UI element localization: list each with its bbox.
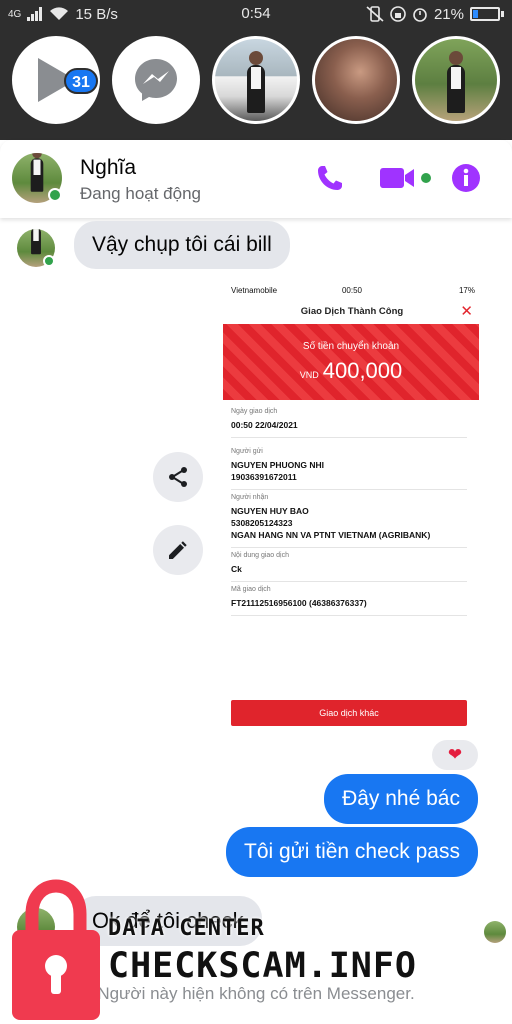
chat-head-contact-photo[interactable] xyxy=(212,36,300,124)
field-value: 19036391672011 xyxy=(231,472,297,482)
share-button[interactable] xyxy=(153,452,203,502)
amount-value: VND 400,000 xyxy=(223,358,479,384)
outgoing-message[interactable]: Tôi gửi tiền check pass xyxy=(226,827,478,877)
field-label: Mã giao dịch xyxy=(231,586,271,593)
field-value: NGAN HANG NN VA PTNT VIETNAM (AGRIBANK) xyxy=(231,530,431,540)
incoming-message[interactable]: Ok để tôi check xyxy=(74,896,262,946)
voice-call-button[interactable] xyxy=(312,160,348,196)
contact-name[interactable]: Nghĩa xyxy=(80,156,136,180)
messenger-icon xyxy=(135,59,177,101)
field-value: NGUYEN HUY BAO xyxy=(231,506,309,516)
online-indicator xyxy=(48,188,62,202)
receipt-battery: 17% xyxy=(458,286,475,295)
field-label: Nội dung giao dịch xyxy=(231,552,289,559)
phone-icon xyxy=(318,166,342,190)
field-value: NGUYEN PHUONG NHI xyxy=(231,460,325,470)
incoming-message[interactable]: Vậy chụp tôi cái bill xyxy=(74,221,290,269)
field-value: 5308205124323 xyxy=(231,518,293,528)
field-value: 00:50 22/04/2021 xyxy=(231,420,298,430)
other-transaction-button: Giao dịch khác xyxy=(231,700,467,726)
person-figure xyxy=(31,229,41,255)
person-figure xyxy=(447,51,465,113)
message-list[interactable]: Vậy chụp tôi cái bill Vietnamobile 00:50… xyxy=(0,218,512,1024)
chat-heads-row: 31 xyxy=(0,34,512,130)
receipt-field-transaction-id: Mã giao dịch FT21112516956100 (463863763… xyxy=(231,586,467,616)
battery-percent: 21% xyxy=(433,5,464,23)
battery-icon xyxy=(470,7,500,21)
close-icon: ✕ xyxy=(460,303,473,320)
field-label: Người nhận xyxy=(231,494,269,501)
receipt-field-sender: Người gửi NGUYEN PHUONG NHI 190363916720… xyxy=(231,448,467,490)
vibrate-icon xyxy=(366,6,384,22)
amount: 400,000 xyxy=(322,358,403,383)
info-icon xyxy=(452,164,480,192)
field-value: Ck xyxy=(231,564,242,574)
pencil-icon xyxy=(169,541,187,559)
presence-status: Đang hoạt động xyxy=(80,184,201,203)
online-indicator xyxy=(43,255,55,267)
chat-heads-backdrop: 4G 15 B/s 0:54 21% 31 xyxy=(0,0,512,140)
receipt-field-date: Ngày giao dịch 00:50 22/04/2021 xyxy=(231,408,467,438)
clock: 0:54 xyxy=(241,5,271,22)
receipt-field-description: Nội dung giao dịch Ck xyxy=(231,552,467,582)
person-figure xyxy=(30,153,44,192)
share-icon xyxy=(169,467,187,487)
field-label: Người gửi xyxy=(231,448,263,455)
currency: VND xyxy=(299,370,319,380)
heart-reaction[interactable]: ❤ xyxy=(432,740,478,770)
network-speed: 15 B/s xyxy=(75,5,118,23)
signal-icon xyxy=(27,7,43,21)
conversation-info-button[interactable] xyxy=(448,160,484,196)
field-value: FT21112516956100 (46386376337) xyxy=(231,598,367,608)
battery-tip xyxy=(501,11,504,17)
edit-image-button[interactable] xyxy=(153,525,203,575)
amount-banner: Số tiền chuyển khoản VND 400,000 xyxy=(223,324,479,400)
chat-head-contact-photo[interactable] xyxy=(312,36,400,124)
chat-head-contact-photo[interactable] xyxy=(412,36,500,124)
field-label: Ngày giao dịch xyxy=(231,408,278,415)
video-call-button[interactable] xyxy=(378,160,434,196)
receipt-title: Giao Dịch Thành Công xyxy=(300,306,404,317)
receipt-time: 00:50 xyxy=(341,286,363,295)
status-bar: 4G 15 B/s 0:54 21% xyxy=(0,0,512,28)
person-figure xyxy=(247,51,265,113)
lock-rotation-icon xyxy=(390,6,406,22)
unavailable-notice: Người này hiện không có trên Messenger. xyxy=(97,984,415,1003)
receipt-field-recipient: Người nhận NGUYEN HUY BAO 5308205124323 … xyxy=(231,494,467,548)
alarm-icon xyxy=(413,8,427,22)
unread-badge: 31 xyxy=(64,68,98,94)
seen-receipt-avatar xyxy=(484,921,506,943)
video-camera-icon xyxy=(380,168,431,188)
network-type: 4G xyxy=(8,8,22,20)
chat-head-messenger[interactable] xyxy=(112,36,200,124)
outgoing-message[interactable]: Đây nhé bác xyxy=(324,774,478,824)
wifi-icon xyxy=(50,7,69,21)
sender-avatar xyxy=(17,908,55,946)
receipt-image[interactable]: Vietnamobile 00:50 17% Giao Dịch Thành C… xyxy=(221,282,483,736)
amount-label: Số tiền chuyển khoản xyxy=(302,341,400,352)
conversation-header: Nghĩa Đang hoạt động xyxy=(0,140,512,218)
